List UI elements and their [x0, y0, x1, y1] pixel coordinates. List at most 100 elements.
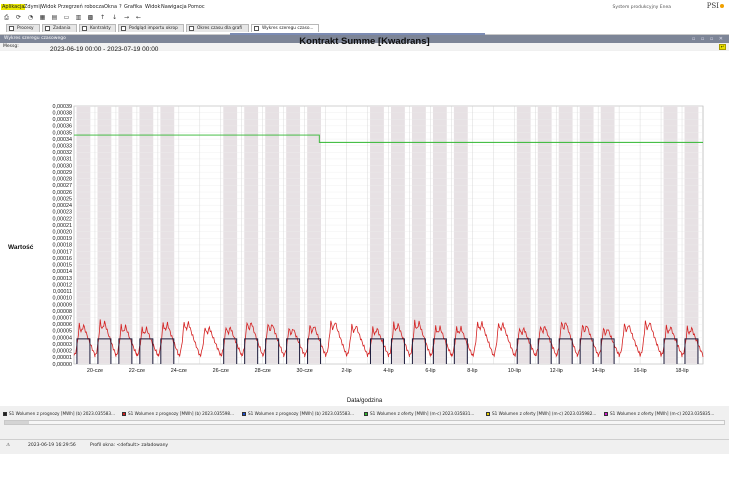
tab-2[interactable]: Kontrakty	[79, 24, 116, 32]
refresh-icon[interactable]: ⟳	[15, 14, 22, 21]
tab-label: Zadania	[53, 26, 71, 31]
y-tick-label: 0,00023	[53, 210, 73, 216]
legend-item[interactable]: S1 Wolumen z prognozy [MWh] (b) 2023.035…	[3, 409, 115, 418]
y-tick-label: 0,00010	[53, 296, 73, 302]
menu-item-9[interactable]: Pomoc	[188, 4, 205, 10]
legend-swatch-icon	[486, 411, 490, 416]
y-tick-label: 0,00018	[53, 243, 73, 249]
menu-item-7[interactable]: Widok	[145, 4, 160, 10]
x-tick-label: 20-cze	[87, 368, 103, 374]
system-name: System produkcyjny Enea	[612, 5, 671, 10]
print-icon[interactable]: ⎙	[3, 14, 10, 21]
menu-item-8[interactable]: Nawigacja	[161, 4, 187, 10]
menu-item-1[interactable]: Zdymij	[24, 4, 41, 10]
menu-item-4[interactable]: Okna	[104, 4, 117, 10]
day-band	[600, 106, 615, 364]
arrow-left-icon[interactable]: ←	[135, 14, 142, 21]
legend-item[interactable]: S1 Wolumen z oferty [MWh] (m-c) 2023.035…	[604, 409, 714, 418]
day-band	[139, 106, 154, 364]
menu-item-5[interactable]: ?	[119, 4, 122, 10]
x-tick-label: 30-cze	[297, 368, 313, 374]
x-tick-label: 22-cze	[129, 368, 145, 374]
tab-window-icon	[9, 26, 14, 31]
tab-label: Okres czasu dla grafi	[197, 26, 243, 31]
legend-item[interactable]: S1 Wolumen z prognozy [MWh] (b) 2023.035…	[242, 409, 354, 418]
legend-label: S1 Wolumen z oferty [MWh] (m-c) 2023.035…	[492, 411, 597, 416]
status-bar: ⚠ 2023-06-19 16:29:56 Profil okna: <defa…	[0, 439, 729, 451]
day-band	[307, 106, 321, 364]
y-tick-label: 0,00030	[53, 163, 73, 169]
y-tick-label: 0,00028	[53, 177, 73, 183]
y-tick-label: 0,00004	[53, 335, 73, 341]
arrow-right-icon[interactable]: →	[123, 14, 130, 21]
scrollbar-thumb[interactable]	[5, 421, 29, 424]
tile-icon[interactable]: ▩	[87, 14, 94, 21]
tab-window-icon	[189, 26, 194, 31]
tab-bar: Procesy Zadania Kontrakty Podgląd importu o…	[0, 23, 729, 33]
y-tick-label: 0,00026	[53, 190, 73, 196]
grid-icon[interactable]: ▦	[39, 14, 46, 21]
x-tick-label: 28-cze	[255, 368, 271, 374]
menu-item-3[interactable]: Przegrzeń robocza	[58, 4, 104, 10]
x-tick-label: 4-lip	[383, 368, 393, 374]
y-tick-label: 0,00039	[53, 104, 73, 110]
tab-label: Procesy	[17, 26, 34, 31]
y-tick-label: 0,00024	[53, 203, 73, 209]
x-tick-label: 12-lip	[550, 368, 563, 374]
legend-swatch-icon	[122, 411, 126, 416]
tab-3[interactable]: Podgląd importu okrop	[118, 24, 184, 32]
legend-item[interactable]: S1 Wolumen z oferty [MWh] (m-c) 2023.035…	[364, 409, 474, 418]
tab-4[interactable]: Okres czasu dla grafi	[186, 24, 249, 32]
y-tick-label: 0,00037	[53, 117, 73, 123]
y-tick-label: 0,00025	[53, 196, 73, 202]
chart-svg: 0,000000,000010,000020,000030,000040,000…	[53, 104, 704, 374]
x-tick-label: 16-lip	[634, 368, 647, 374]
warning-icon: ⚠	[6, 443, 11, 448]
y-tick-label: 0,00019	[53, 236, 73, 242]
legend-label: S1 Wolumen z oferty [MWh] (m-c) 2023.035…	[370, 411, 475, 416]
day-band	[223, 106, 238, 364]
y-tick-label: 0,00007	[53, 315, 73, 321]
table-icon[interactable]: ▤	[51, 14, 58, 21]
day-band	[663, 106, 678, 364]
x-tick-label: 18-lip	[675, 368, 688, 374]
legend-swatch-icon	[242, 411, 246, 416]
x-tick-label: 2-lip	[341, 368, 351, 374]
chart-icon[interactable]: ◔	[27, 14, 34, 21]
day-band	[516, 106, 531, 364]
logo-text: PSI	[706, 2, 719, 10]
chart-area: 0,00000 0,00001 0,00002 0,00003 0,00004 0,000…	[0, 51, 729, 406]
legend-item[interactable]: S1 Wolumen z oferty [MWh] (m-c) 2023.035…	[486, 409, 596, 418]
y-tick-label: 0,00006	[53, 322, 73, 328]
menu-item-6[interactable]: Grafika	[124, 4, 142, 10]
menu-item-2[interactable]: Widok	[41, 4, 56, 10]
y-tick-label: 0,00038	[53, 110, 73, 116]
y-tick-label: 0,00012	[53, 282, 73, 288]
tab-5[interactable]: Wykres szeregu czaso...	[251, 24, 319, 32]
y-tick-label: 0,00003	[53, 342, 73, 348]
layout-icon[interactable]: ▥	[75, 14, 82, 21]
y-tick-label: 0,00002	[53, 349, 73, 355]
horizontal-scrollbar[interactable]	[4, 420, 725, 425]
y-tick-label: 0,00014	[53, 269, 73, 275]
day-band	[579, 106, 594, 364]
window-icon[interactable]: ▭	[63, 14, 70, 21]
legend-label: S1 Wolumen z prognozy [MWh] (b) 2023.035…	[248, 411, 355, 416]
y-tick-label: 0,00008	[53, 309, 73, 315]
legend-item[interactable]: S1 Wolumen z prognozy [MWh] (b) 2023.035…	[122, 409, 234, 418]
tab-window-icon	[254, 26, 259, 31]
day-band	[537, 106, 552, 364]
status-message: Profil okna: <default> załadowany	[90, 443, 169, 448]
y-tick-label: 0,00015	[53, 263, 73, 269]
day-band	[370, 106, 384, 364]
y-tick-label: 0,00020	[53, 229, 73, 235]
tab-0[interactable]: Procesy	[6, 24, 40, 32]
x-tick-label: 6-lip	[425, 368, 435, 374]
arrow-down-icon[interactable]: ↓	[111, 14, 118, 21]
arrow-up-icon[interactable]: ↑	[99, 14, 106, 21]
menu-item-0[interactable]: Aplikacja	[1, 4, 26, 10]
tab-1[interactable]: Zadania	[42, 24, 77, 32]
y-tick-label: 0,00013	[53, 276, 73, 282]
y-tick-label: 0,00036	[53, 124, 73, 130]
legend-label: S1 Wolumen z prognozy [MWh] (b) 2023.035…	[9, 411, 116, 416]
